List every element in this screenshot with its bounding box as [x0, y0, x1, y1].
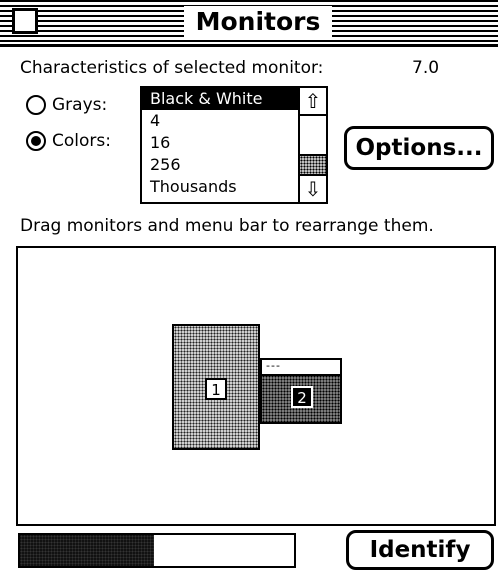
up-arrow-icon[interactable]: ⇧	[300, 88, 326, 116]
depth-list-items: Black & White 4 16 256 Thousands	[142, 88, 300, 202]
menu-bar[interactable]: ---	[262, 360, 340, 376]
monitor-1[interactable]: 1	[172, 324, 260, 450]
depth-progress-bar	[18, 533, 296, 568]
options-button[interactable]: Options...	[344, 126, 494, 170]
colors-radio-circle[interactable]	[26, 131, 46, 151]
monitor-1-number: 1	[205, 378, 227, 400]
colors-radio[interactable]: Colors:	[26, 128, 111, 154]
version-label: 7.0	[412, 58, 440, 78]
list-item[interactable]: Black & White	[142, 88, 300, 110]
title-bar[interactable]: Monitors	[0, 0, 498, 47]
list-scrollbar[interactable]: ⇧ ⇩	[298, 88, 326, 202]
grays-radio-label: Grays:	[52, 95, 108, 115]
monitors-window: Monitors Characteristics of selected mon…	[0, 0, 498, 578]
monitor-2[interactable]: --- 2	[260, 358, 342, 424]
list-item[interactable]: Thousands	[142, 176, 300, 198]
depth-list[interactable]: Black & White 4 16 256 Thousands ⇧ ⇩	[140, 86, 328, 204]
monitor-2-number: 2	[291, 386, 313, 408]
monitor-arrangement-area[interactable]: 1 --- 2	[16, 246, 496, 526]
characteristics-label: Characteristics of selected monitor:	[20, 58, 324, 78]
list-item[interactable]: 4	[142, 110, 300, 132]
list-item[interactable]: 256	[142, 154, 300, 176]
scroll-track[interactable]	[300, 116, 326, 174]
scroll-thumb[interactable]	[300, 154, 326, 174]
list-item[interactable]: 16	[142, 132, 300, 154]
identify-button[interactable]: Identify	[346, 530, 494, 570]
colors-radio-label: Colors:	[52, 131, 111, 151]
window-title: Monitors	[184, 6, 332, 38]
grays-radio[interactable]: Grays:	[26, 92, 107, 118]
grays-radio-circle[interactable]	[26, 95, 46, 115]
close-box-icon[interactable]	[12, 8, 38, 34]
depth-progress-fill	[20, 535, 155, 566]
arrange-instruction: Drag monitors and menu bar to rearrange …	[20, 216, 434, 236]
down-arrow-icon[interactable]: ⇩	[300, 174, 326, 202]
